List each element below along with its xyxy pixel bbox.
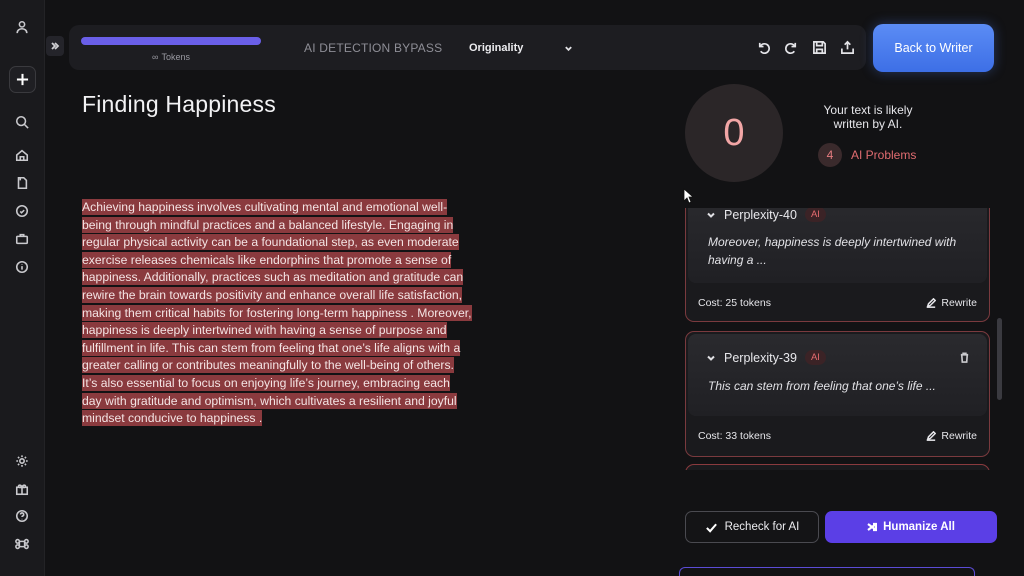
gift-icon[interactable] [12,479,32,499]
expand-sidebar-button[interactable] [46,36,64,56]
issue-card-header[interactable]: Perplexity-40 AI [706,208,826,222]
issue-cost: Cost: 25 tokens [698,297,771,309]
ai-verdict-text: Your text is likely written by AI. [823,103,913,131]
issue-quote: This can stem from feeling that one’s li… [708,379,936,393]
humanize-all-button[interactable]: Humanize All [825,511,997,543]
recheck-for-ai-button[interactable]: Recheck for AI [685,511,819,543]
double-chevron-right-icon [51,42,60,50]
document-title[interactable]: Finding Happiness [82,91,276,118]
mouse-cursor-icon [683,188,693,204]
ai-problems-label: AI Problems [851,148,917,162]
pencil-icon [926,298,937,308]
settings-icon[interactable] [12,451,32,471]
pencil-icon [926,431,937,441]
info-icon[interactable] [12,257,32,277]
delete-issue-button[interactable] [959,350,971,363]
issue-quote: Moreover, happiness is deeply intertwine… [708,235,957,267]
detector-selected-value: Originality [469,42,524,54]
document-body[interactable]: Achieving happiness involves cultivating… [82,199,472,428]
ai-problems-count: 4 [818,143,842,167]
left-sidebar [0,0,45,576]
tokens-label: Tokens [161,52,190,62]
ai-problems-summary: 4 AI Problems [818,143,916,167]
mode-title: AI DETECTION BYPASS [304,41,443,55]
profile-icon[interactable] [12,17,32,37]
issues-scrollbar[interactable] [997,318,1002,400]
new-document-button[interactable] [9,66,36,93]
top-toolbar: ∞ Tokens AI DETECTION BYPASS Originality [69,25,866,70]
rewrite-label: Rewrite [941,430,977,442]
share-icon[interactable] [838,38,856,56]
token-progress-bar [81,37,261,45]
document-icon[interactable] [12,173,32,193]
issue-card [685,464,990,470]
back-to-writer-button[interactable]: Back to Writer [873,24,994,72]
issue-cost: Cost: 33 tokens [698,430,771,442]
rewrite-label: Rewrite [941,297,977,309]
panel-bottom-edge [679,567,975,576]
shuffle-icon [867,522,878,532]
search-icon[interactable] [12,112,32,132]
infinity-icon: ∞ [152,52,159,62]
ai-score-circle: 0 [685,84,783,182]
ai-tag: AI [804,208,826,222]
chevron-down-icon [707,355,715,361]
issue-name: Perplexity-39 [724,350,797,365]
save-icon[interactable] [810,38,828,56]
command-icon[interactable] [12,534,32,554]
issue-card-header[interactable]: Perplexity-39 AI [706,350,826,365]
humanize-label: Humanize All [883,521,955,533]
toolbox-icon[interactable] [12,229,32,249]
ai-tag: AI [804,350,826,365]
help-icon[interactable] [12,506,32,526]
rewrite-button[interactable]: Rewrite [926,297,977,309]
chat-icon[interactable] [12,201,32,221]
ai-highlighted-text[interactable]: Achieving happiness involves cultivating… [82,199,472,427]
trash-icon [960,352,969,363]
detector-select[interactable]: Originality [469,39,573,57]
check-icon [705,523,717,533]
undo-icon[interactable] [754,38,772,56]
ai-issues-list[interactable]: Perplexity-40 AI Moreover, happiness is … [680,208,998,470]
token-meter: ∞ Tokens [81,37,261,62]
chevron-down-icon [707,212,715,218]
issue-name: Perplexity-40 [724,208,797,222]
chevron-down-icon [565,46,572,51]
issue-card: Perplexity-40 AI Moreover, happiness is … [685,208,990,322]
issue-card: Perplexity-39 AI This can stem from feel… [685,331,990,457]
rewrite-button[interactable]: Rewrite [926,430,977,442]
recheck-label: Recheck for AI [724,521,800,533]
redo-icon[interactable] [782,38,800,56]
plus-icon [16,73,29,86]
home-icon[interactable] [12,145,32,165]
